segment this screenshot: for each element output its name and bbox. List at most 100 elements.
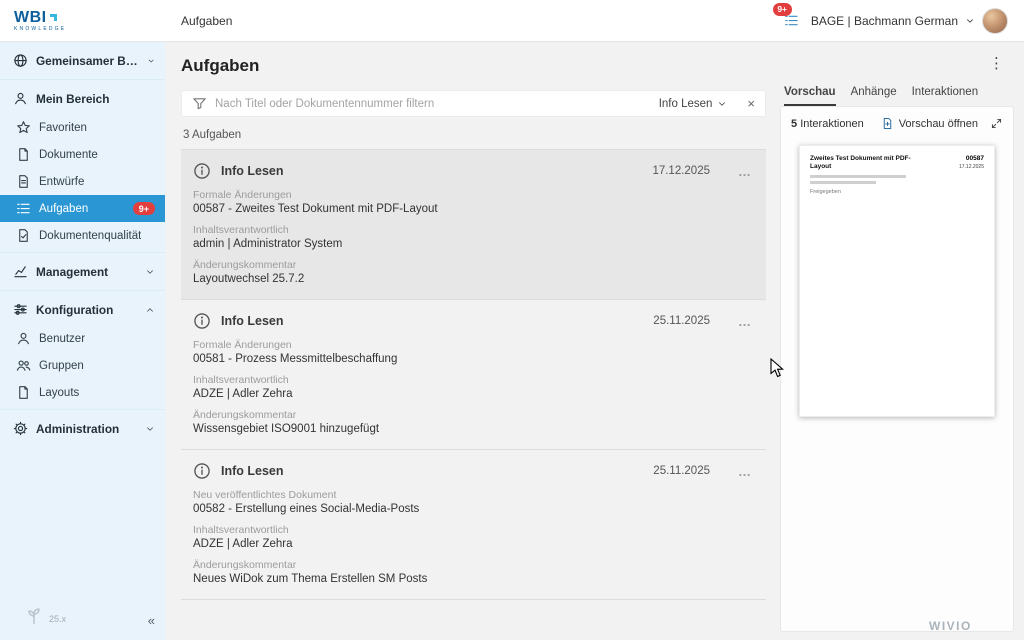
sidebar-item-label: Dokumente [39, 149, 98, 161]
chevron-down-icon [717, 99, 727, 109]
type-filter-dropdown[interactable]: Info Lesen [659, 98, 728, 110]
field-value: admin | Administrator System [193, 238, 752, 250]
tab-interaktionen[interactable]: Interaktionen [912, 86, 979, 106]
more-options-button[interactable]: … [738, 314, 752, 329]
avatar[interactable] [982, 8, 1008, 34]
interactions-count-label: Interaktionen [800, 118, 864, 130]
sidebar-item-label: Gemeinsamer Bereich [36, 54, 139, 68]
type-filter-value: Info Lesen [659, 98, 713, 110]
task-date: 25.11.2025 [653, 465, 710, 477]
filter-bar[interactable]: Nach Titel oder Dokumentennummer filtern… [181, 90, 766, 117]
preview-tabs: Vorschau Anhänge Interaktionen [780, 84, 1014, 106]
preview-card: 5 Interaktionen Vorschau öffnen Zweites … [780, 106, 1014, 632]
field-label: Neu veröffentlichtes Dokument [193, 489, 752, 501]
gear-icon [13, 421, 28, 436]
sidebar-item-management[interactable]: Management [0, 256, 165, 287]
sidebar-item-label: Favoriten [39, 122, 87, 134]
logo-subtitle: KNOWLEDGE [14, 26, 165, 32]
sidebar: Gemeinsamer Bereich Mein Bereich Favorit… [0, 42, 165, 640]
field-value: 00587 - Zweites Test Dokument mit PDF-La… [193, 203, 752, 215]
topbar: WBI KNOWLEDGE Aufgaben 9+ BAGE | Bachman… [0, 0, 1024, 42]
field-value: ADZE | Adler Zehra [193, 538, 752, 550]
sidebar-item-label: Mein Bereich [36, 92, 109, 106]
sidebar-item-label: Entwürfe [39, 176, 84, 188]
notifications-button[interactable]: 9+ [784, 9, 799, 33]
chart-icon [13, 264, 28, 279]
chevron-down-icon [145, 424, 155, 434]
sidebar-item-entwuerfe[interactable]: Entwürfe [0, 168, 165, 195]
main-content: Aufgaben Nach Titel oder Dokumentennumme… [165, 42, 774, 640]
task-count-label: 3 Aufgaben [183, 129, 766, 141]
tab-anhaenge[interactable]: Anhänge [851, 86, 897, 106]
version-label: 25.x [49, 614, 66, 624]
wivio-leaf-icon [24, 606, 44, 626]
person-icon [16, 331, 31, 346]
wivio-logo: 25.x [0, 596, 165, 640]
more-options-button[interactable]: … [738, 464, 752, 479]
chevron-down-icon [145, 267, 155, 277]
sidebar-item-label: Dokumentenqualität [39, 230, 141, 242]
sidebar-item-aufgaben[interactable]: Aufgaben 9+ [0, 195, 165, 222]
task-card[interactable]: Info Lesen 25.11.2025 … Formale Änderung… [181, 300, 766, 450]
page-title: Aufgaben [181, 56, 259, 76]
task-date: 25.11.2025 [653, 315, 710, 327]
task-title: Info Lesen [221, 314, 284, 328]
sidebar-item-benutzer[interactable]: Benutzer [0, 325, 165, 352]
document-check-icon [16, 228, 31, 243]
sidebar-item-label: Administration [36, 422, 119, 436]
sidebar-item-gruppen[interactable]: Gruppen [0, 352, 165, 379]
sidebar-item-label: Management [36, 265, 108, 279]
preview-meta-line [810, 181, 876, 184]
info-icon [193, 312, 211, 330]
tab-vorschau[interactable]: Vorschau [784, 86, 836, 106]
sidebar-item-administration[interactable]: Administration [0, 413, 165, 444]
field-label: Inhaltsverantwortlich [193, 224, 752, 236]
expand-icon[interactable] [990, 117, 1003, 130]
user-name: BAGE | Bachmann German [811, 14, 958, 28]
interactions-count-number: 5 [791, 118, 797, 130]
document-preview-thumbnail[interactable]: Zweites Test Dokument mit PDF-Layout Fre… [799, 145, 995, 417]
chevron-down-icon [965, 16, 975, 26]
filter-input[interactable]: Nach Titel oder Dokumentennummer filtern [215, 98, 651, 110]
field-label: Inhaltsverantwortlich [193, 524, 752, 536]
star-icon [16, 120, 31, 135]
field-label: Änderungskommentar [193, 259, 752, 271]
open-preview-label: Vorschau öffnen [899, 118, 978, 130]
clear-filter-button[interactable]: × [747, 96, 755, 111]
task-card[interactable]: Info Lesen 17.12.2025 … Formale Änderung… [181, 150, 766, 300]
task-card[interactable]: Info Lesen 25.11.2025 … Neu veröffentlic… [181, 450, 766, 600]
sidebar-item-dokumente[interactable]: Dokumente [0, 141, 165, 168]
preview-doc-number: 00587 [959, 155, 984, 162]
tasks-icon [16, 201, 31, 216]
chevron-up-icon [145, 305, 155, 315]
sidebar-item-layouts[interactable]: Layouts [0, 379, 165, 406]
wbi-logo[interactable]: WBI KNOWLEDGE [0, 10, 165, 32]
task-list: Info Lesen 17.12.2025 … Formale Änderung… [181, 149, 766, 600]
task-date: 17.12.2025 [652, 165, 710, 177]
sidebar-item-dokumentenqualitaet[interactable]: Dokumentenqualität [0, 222, 165, 249]
wivio-watermark: WIVIO [929, 619, 972, 633]
field-label: Inhaltsverantwortlich [193, 374, 752, 386]
open-preview-link[interactable]: Vorschau öffnen [881, 117, 978, 130]
sliders-icon [13, 302, 28, 317]
field-value: Layoutwechsel 25.7.2 [193, 273, 752, 285]
preview-doc-date: 17.12.2025 [959, 164, 984, 170]
logo-accent-icon [50, 14, 57, 21]
topbar-page-label: Aufgaben [181, 14, 232, 28]
logo-title: WBI [14, 10, 47, 25]
sidebar-item-mein-bereich[interactable]: Mein Bereich [0, 83, 165, 114]
sidebar-item-label: Gruppen [39, 360, 84, 372]
sidebar-item-favoriten[interactable]: Favoriten [0, 114, 165, 141]
interactions-count: 5 Interaktionen [791, 118, 864, 130]
pdf-document-icon [881, 117, 894, 130]
user-menu[interactable]: BAGE | Bachmann German [811, 8, 1008, 34]
sidebar-item-konfiguration[interactable]: Konfiguration [0, 294, 165, 325]
more-options-button[interactable]: … [738, 164, 752, 179]
kebab-menu-button[interactable]: ⋮ [983, 52, 1010, 74]
preview-doc-title: Zweites Test Dokument mit PDF-Layout [810, 155, 922, 172]
globe-icon [13, 53, 28, 68]
sidebar-collapse-button[interactable]: « [148, 613, 155, 628]
tasks-count-badge: 9+ [133, 202, 155, 215]
sidebar-item-gemeinsamer-bereich[interactable]: Gemeinsamer Bereich [0, 45, 165, 76]
field-label: Formale Änderungen [193, 189, 752, 201]
